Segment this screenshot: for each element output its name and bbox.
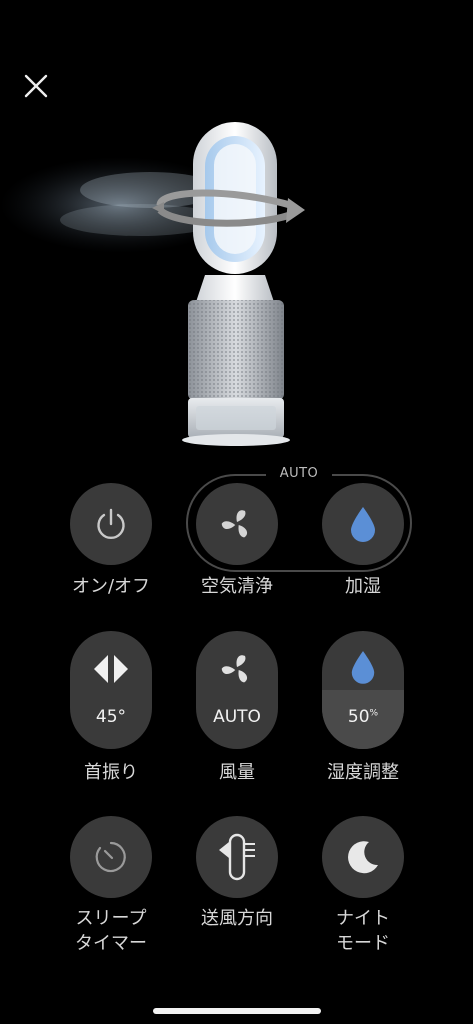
humidity-value-unit: % bbox=[369, 708, 379, 719]
airflow-direction-button[interactable] bbox=[196, 816, 278, 898]
humidity-target-button[interactable]: 50% bbox=[322, 631, 404, 749]
oscillation-button[interactable]: 45° bbox=[70, 631, 152, 749]
moon-icon bbox=[348, 841, 378, 874]
fan-icon bbox=[221, 655, 248, 683]
oscillation-label: 首振り bbox=[84, 762, 138, 783]
night-mode-button[interactable] bbox=[322, 816, 404, 898]
humidity-target-value: 50% bbox=[322, 707, 404, 727]
power-label: オン/オフ bbox=[71, 576, 151, 597]
close-icon bbox=[24, 74, 48, 98]
sleep-timer-label: スリープ タイマー bbox=[75, 908, 147, 954]
sleep-timer-button[interactable] bbox=[70, 816, 152, 898]
close-button[interactable] bbox=[18, 68, 54, 104]
timer-icon bbox=[95, 841, 126, 873]
humidity-value-number: 50 bbox=[347, 707, 370, 727]
night-mode-label: ナイト モード bbox=[336, 908, 390, 954]
airflow-speed-button[interactable]: AUTO bbox=[196, 631, 278, 749]
oscillation-value: 45° bbox=[95, 707, 127, 727]
device-illustration bbox=[0, 110, 473, 455]
airflow-direction-label: 送風方向 bbox=[201, 908, 273, 929]
airflow-direction-icon bbox=[219, 833, 255, 881]
home-indicator[interactable] bbox=[153, 1008, 321, 1014]
power-button[interactable] bbox=[70, 483, 152, 565]
humidity-target-label: 湿度調整 bbox=[327, 762, 399, 783]
airflow-speed-label: 風量 bbox=[219, 762, 255, 783]
airflow-speed-value: AUTO bbox=[213, 707, 261, 727]
water-drop-icon bbox=[351, 507, 375, 542]
air-purify-button[interactable] bbox=[196, 483, 278, 565]
power-icon bbox=[97, 508, 125, 540]
humidify-button[interactable] bbox=[322, 483, 404, 565]
humidify-label: 加湿 bbox=[345, 576, 381, 597]
oscillation-arrows-icon bbox=[94, 655, 128, 683]
fan-icon bbox=[221, 510, 248, 538]
auto-group-label: AUTO bbox=[266, 465, 332, 483]
air-purify-label: 空気清浄 bbox=[201, 576, 273, 597]
water-drop-icon bbox=[351, 651, 375, 684]
